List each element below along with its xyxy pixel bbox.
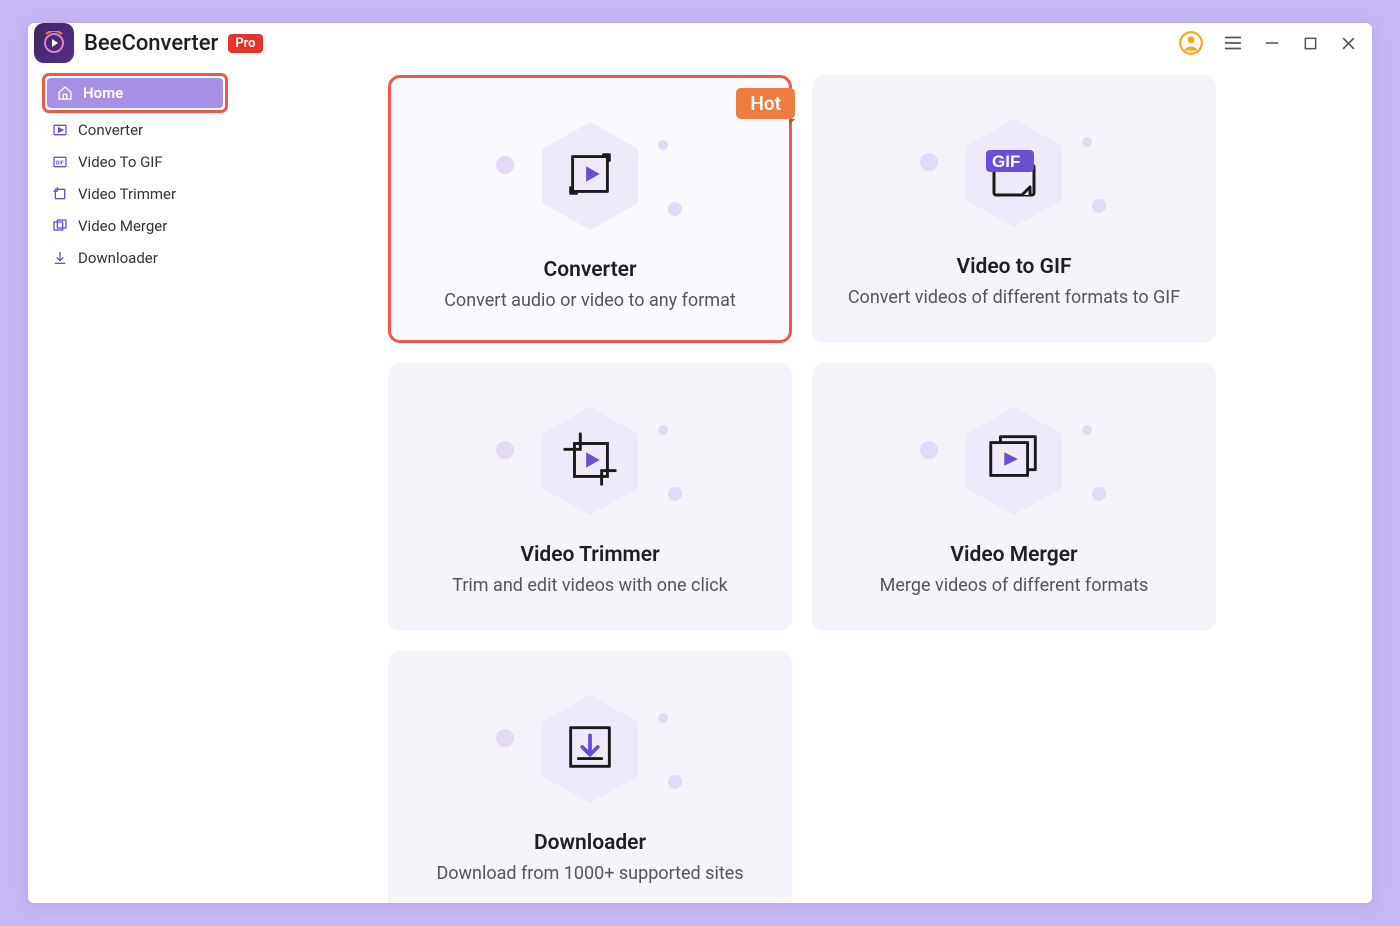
card-video-trimmer[interactable]: Video Trimmer Trim and edit videos with … — [388, 363, 792, 631]
deco-dot — [920, 441, 938, 459]
sidebar-item-video-merger[interactable]: Video Merger — [42, 211, 228, 241]
deco-dot — [1092, 199, 1106, 213]
gif-card-icon: GIF — [982, 139, 1046, 207]
card-title: Video Trimmer — [520, 543, 659, 567]
sidebar-item-label: Video To GIF — [78, 153, 163, 171]
app-logo — [34, 23, 74, 63]
deco-dot — [496, 441, 514, 459]
card-desc: Convert videos of different formats to G… — [834, 287, 1194, 308]
deco-dot — [658, 713, 668, 723]
maximize-button[interactable] — [1300, 33, 1320, 53]
card-title: Video to GIF — [956, 255, 1071, 279]
menu-icon[interactable] — [1222, 32, 1244, 54]
card-desc: Download from 1000+ supported sites — [422, 863, 757, 884]
titlebar-left: BeeConverter Pro — [34, 23, 263, 63]
sidebar-item-downloader[interactable]: Downloader — [42, 243, 228, 273]
deco-dot — [496, 156, 514, 174]
sidebar: Home Converter GIF Video To GIF Vide — [28, 63, 238, 903]
sidebar-item-label: Converter — [78, 121, 143, 139]
main-content: Hot Converter — [238, 63, 1372, 903]
deco-dot — [1092, 487, 1106, 501]
deco-dot — [658, 140, 668, 150]
card-desc: Convert audio or video to any format — [430, 290, 750, 311]
titlebar-right — [1178, 30, 1358, 56]
pro-badge: Pro — [228, 34, 262, 53]
card-video-to-gif[interactable]: GIF Video to GIF Convert videos of diffe… — [812, 75, 1216, 343]
card-video-merger[interactable]: Video Merger Merge videos of different f… — [812, 363, 1216, 631]
sidebar-highlight-annotation: Home — [42, 73, 228, 113]
logo-play-icon — [42, 31, 66, 55]
app-window: BeeConverter Pro — [28, 23, 1372, 903]
download-icon — [52, 250, 68, 266]
deco-dot — [668, 775, 682, 789]
sidebar-item-converter[interactable]: Converter — [42, 115, 228, 145]
window-controls — [1262, 33, 1358, 53]
card-icon-wrap — [520, 106, 660, 246]
sidebar-item-label: Home — [83, 84, 123, 102]
card-converter[interactable]: Hot Converter — [388, 75, 792, 343]
card-desc: Trim and edit videos with one click — [438, 575, 742, 596]
merger-icon — [52, 218, 68, 234]
sidebar-item-label: Video Trimmer — [78, 185, 176, 203]
card-icon-wrap: GIF — [944, 103, 1084, 243]
card-icon-wrap — [520, 391, 660, 531]
card-title: Converter — [543, 258, 636, 282]
sidebar-item-video-trimmer[interactable]: Video Trimmer — [42, 179, 228, 209]
deco-dot — [668, 487, 682, 501]
card-title: Downloader — [534, 831, 646, 855]
card-title: Video Merger — [950, 543, 1077, 567]
deco-dot — [658, 425, 668, 435]
body: Home Converter GIF Video To GIF Vide — [28, 63, 1372, 903]
merger-card-icon — [983, 428, 1045, 494]
trimmer-card-icon — [559, 428, 621, 494]
card-downloader[interactable]: Downloader Download from 1000+ supported… — [388, 651, 792, 903]
card-icon-wrap — [944, 391, 1084, 531]
titlebar: BeeConverter Pro — [28, 23, 1372, 63]
deco-dot — [1082, 425, 1092, 435]
trimmer-icon — [52, 186, 68, 202]
deco-dot — [496, 729, 514, 747]
hot-badge: Hot — [736, 88, 795, 119]
account-icon[interactable] — [1178, 30, 1204, 56]
home-icon — [57, 85, 73, 101]
minimize-button[interactable] — [1262, 33, 1282, 53]
sidebar-item-label: Video Merger — [78, 217, 167, 235]
sidebar-item-label: Downloader — [78, 249, 158, 267]
card-icon-wrap — [520, 679, 660, 819]
sidebar-item-video-to-gif[interactable]: GIF Video To GIF — [42, 147, 228, 177]
deco-dot — [668, 202, 682, 216]
svg-text:GIF: GIF — [56, 161, 64, 167]
download-card-icon — [561, 718, 619, 780]
deco-dot — [920, 153, 938, 171]
deco-dot — [1082, 137, 1092, 147]
card-desc: Merge videos of different formats — [866, 575, 1163, 596]
converter-card-icon — [561, 145, 619, 207]
gif-icon: GIF — [52, 154, 68, 170]
close-button[interactable] — [1338, 33, 1358, 53]
sidebar-item-home[interactable]: Home — [47, 78, 223, 108]
converter-icon — [52, 122, 68, 138]
app-title: BeeConverter — [84, 31, 218, 56]
svg-text:GIF: GIF — [992, 152, 1020, 171]
